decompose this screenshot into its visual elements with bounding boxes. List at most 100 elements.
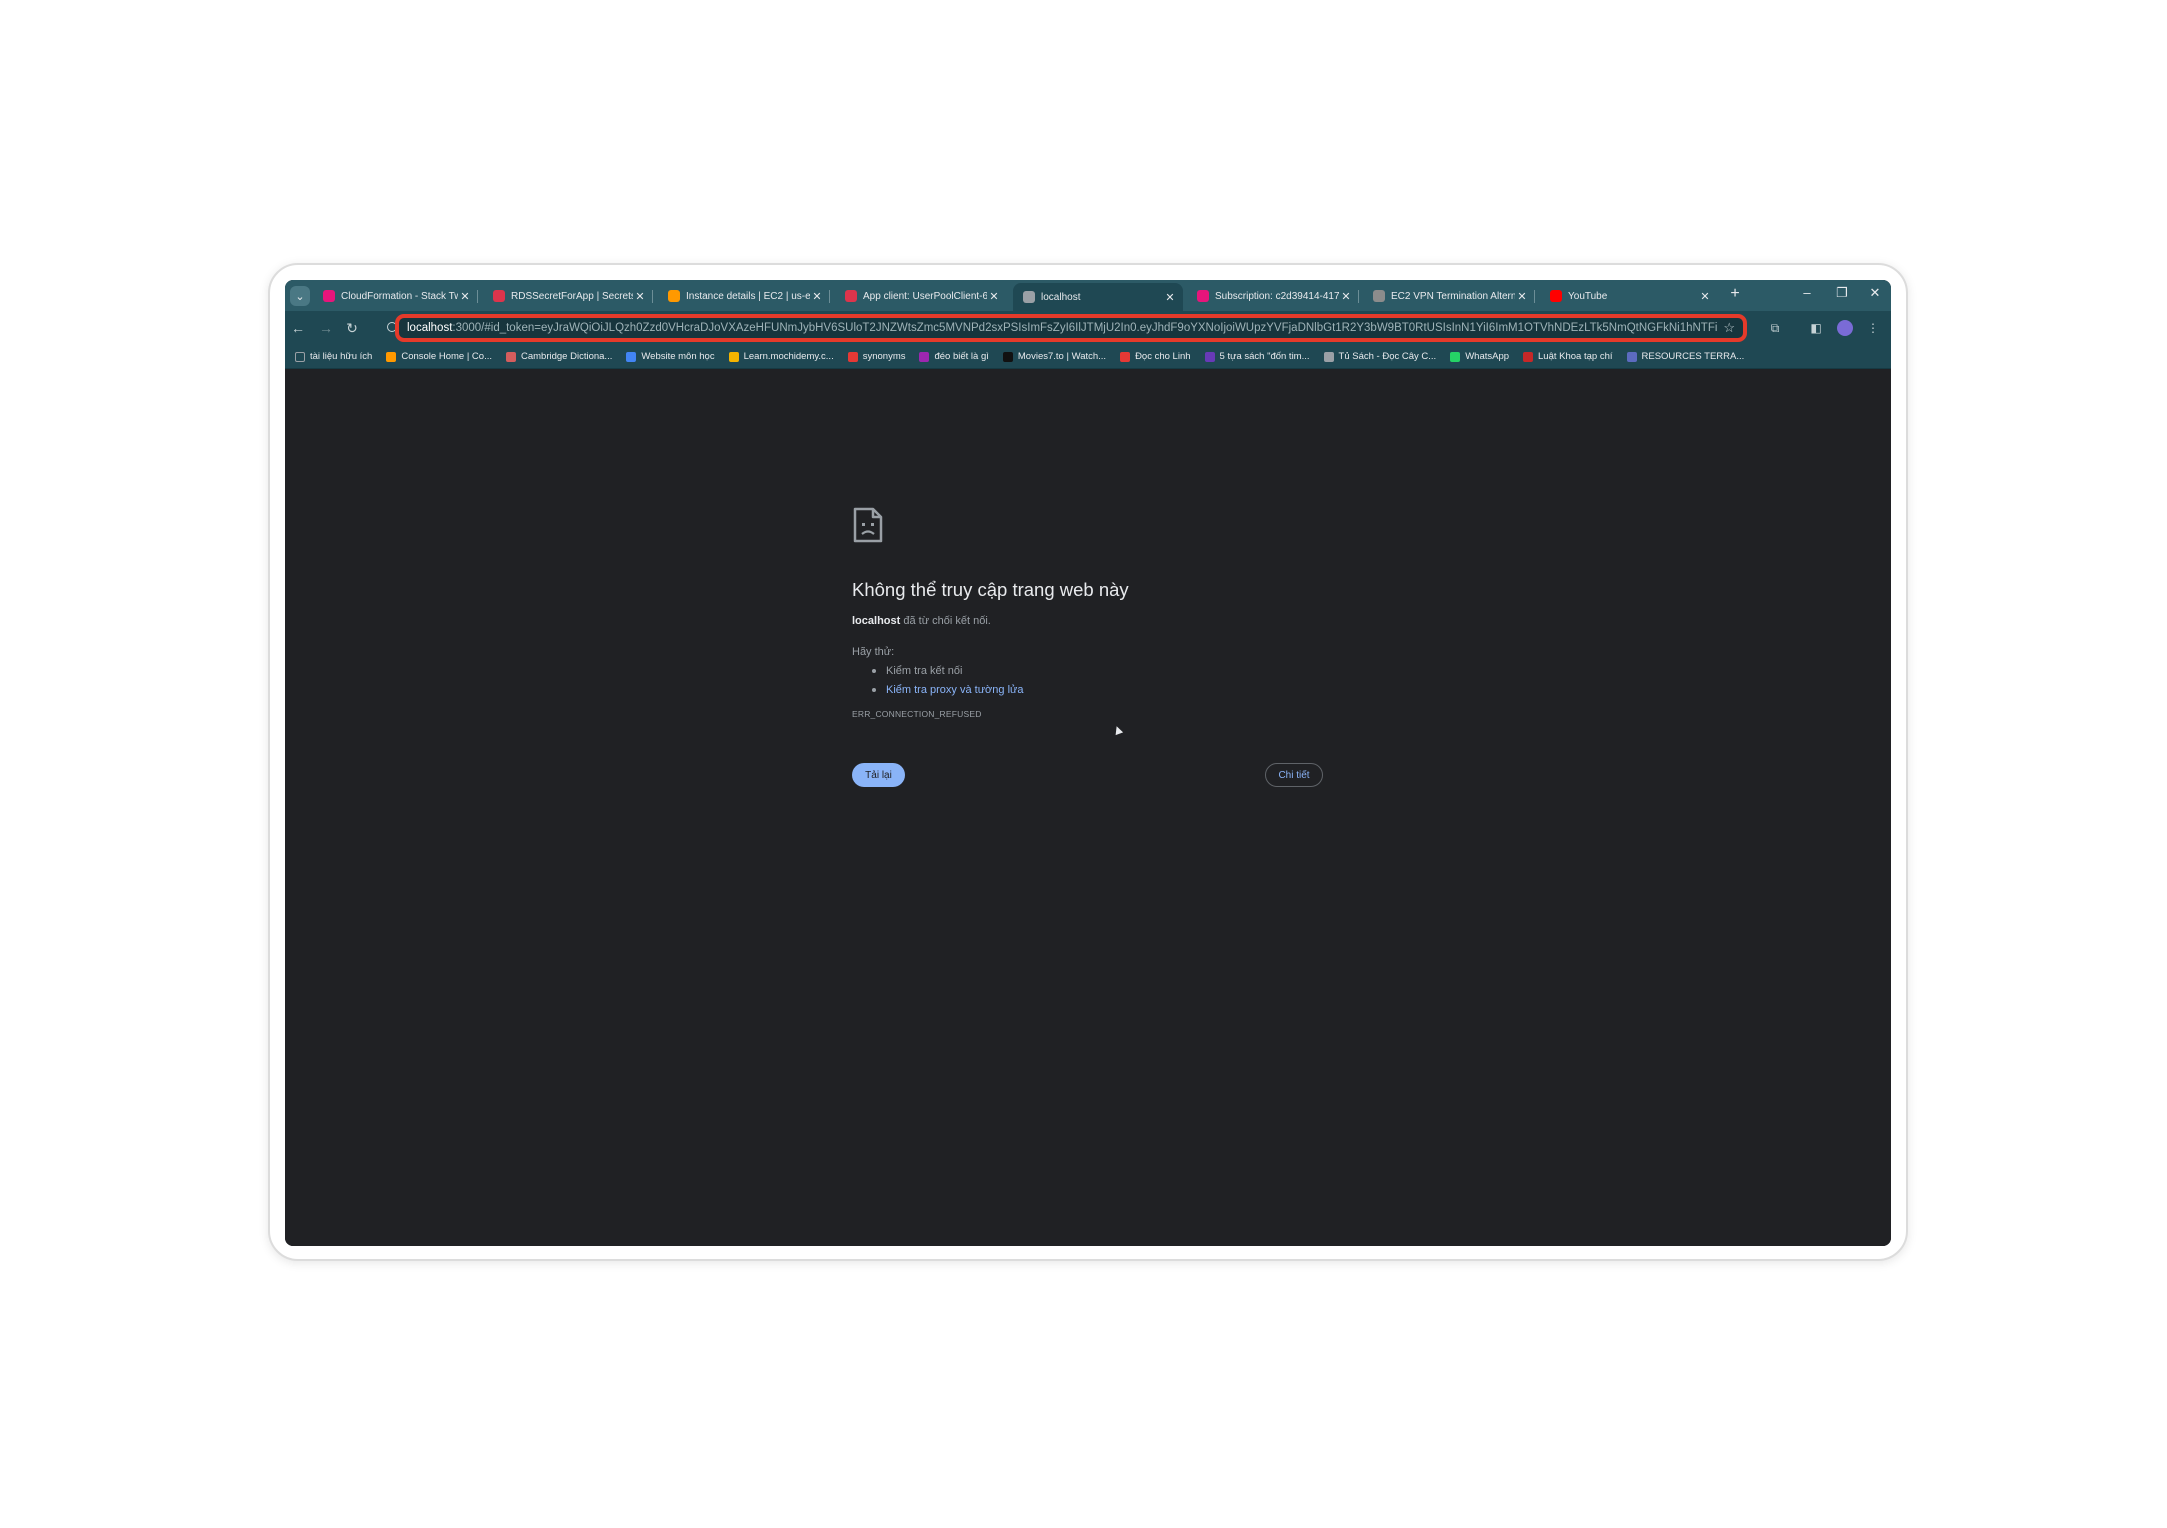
tab-3[interactable]: App client: UserPoolClient-6 ✕	[835, 283, 1007, 309]
bookmark-label: Movies7.to | Watch...	[1017, 351, 1107, 362]
bookmark-label: Console Home | Co...	[401, 351, 492, 362]
bookmark-label: Website môn học	[641, 351, 715, 362]
bookmark-item[interactable]: Đọc cho Linh	[1120, 351, 1191, 362]
tab-title: App client: UserPoolClient-6	[863, 290, 987, 302]
restore-icon[interactable]: ❐	[1830, 285, 1854, 301]
tab-title: RDSSecretForApp | Secrets M	[511, 290, 633, 302]
bookmark-item[interactable]: đéo biết là gì	[919, 351, 989, 362]
tab-close-icon[interactable]: ✕	[1163, 291, 1177, 304]
bookmark-label: Learn.mochidemy.c...	[743, 351, 834, 362]
bookmark-favicon-icon	[1450, 351, 1461, 362]
bookmark-star-icon[interactable]: ☆	[1723, 320, 1735, 336]
profile-avatar[interactable]	[1837, 320, 1853, 336]
bookmark-label: tài liệu hữu ích	[310, 351, 373, 362]
tab-search-icon[interactable]: ⌄	[290, 286, 310, 306]
bookmark-label: Cambridge Dictiona...	[521, 351, 613, 362]
tab-6[interactable]: EC2 VPN Termination Altern ✕	[1363, 283, 1535, 309]
bookmark-item[interactable]: Luật Khoa tạp chí	[1523, 351, 1613, 362]
bookmark-item[interactable]: Tủ Sách - Đọc Cây C...	[1323, 351, 1437, 362]
reload-button[interactable]: Tải lại	[852, 763, 905, 787]
tab-favicon-icon	[1550, 290, 1562, 302]
suggestion-check-proxy-link[interactable]: Kiểm tra proxy và tường lửa	[872, 684, 1024, 696]
bookmark-favicon-icon	[386, 351, 397, 362]
tab-title: Instance details | EC2 | us-ea	[686, 290, 810, 302]
tab-favicon-icon	[1197, 290, 1209, 302]
tab-favicon-icon	[668, 290, 680, 302]
error-host: localhost	[852, 615, 901, 627]
mouse-cursor-icon	[1112, 724, 1124, 736]
bookmark-favicon-icon	[1204, 351, 1215, 362]
bookmark-favicon-icon	[1523, 351, 1534, 362]
tab-2[interactable]: Instance details | EC2 | us-ea ✕	[658, 283, 830, 309]
tab-title: YouTube	[1568, 290, 1608, 302]
tab-close-icon[interactable]: ✕	[1698, 290, 1712, 303]
bookmark-item[interactable]: synonyms	[847, 351, 905, 362]
tab-favicon-icon	[845, 290, 857, 302]
bookmark-item[interactable]: 5 tựa sách "đốn tim...	[1204, 351, 1310, 362]
tab-strip: ⌄ CloudFormation - Stack Two ✕ RDSSecretFo…	[285, 280, 1891, 311]
bookmark-favicon-icon	[847, 351, 858, 362]
minimize-icon[interactable]: –	[1795, 285, 1819, 300]
tab-close-icon[interactable]: ✕	[1515, 290, 1529, 303]
extensions-icon[interactable]: ⧉	[1767, 320, 1783, 336]
bookmark-item[interactable]: Movies7.to | Watch...	[1002, 351, 1107, 362]
url-path: :3000/#id_token=eyJraWQiOiJLQzh0Zzd0VHcr…	[452, 322, 1718, 334]
error-title: Không thể truy cập trang web này	[852, 579, 1129, 600]
error-page: Không thể truy cập trang web này localho…	[285, 369, 1891, 1246]
tab-favicon-icon	[1373, 290, 1385, 302]
bookmark-item[interactable]: Website môn học	[626, 351, 715, 362]
bookmark-label: 5 tựa sách "đốn tim...	[1219, 351, 1310, 362]
bookmark-item[interactable]: WhatsApp	[1450, 351, 1509, 362]
bookmark-label: Tủ Sách - Đọc Cây C...	[1338, 351, 1437, 362]
back-arrow-icon[interactable]: ←	[288, 319, 308, 337]
browser-window: ⌄ CloudFormation - Stack Two ✕ RDSSecretFo…	[285, 280, 1891, 1246]
bookmark-item[interactable]: Cambridge Dictiona...	[506, 351, 612, 362]
tab-close-icon[interactable]: ✕	[987, 290, 1001, 303]
bookmark-item[interactable]: RESOURCES TERRA...	[1626, 351, 1744, 362]
bookmark-favicon-icon	[728, 351, 739, 362]
url-host: localhost	[407, 322, 453, 334]
bookmark-favicon-icon	[1120, 351, 1131, 362]
address-bar[interactable]: localhost :3000/#id_token=eyJraWQiOiJLQz…	[395, 314, 1747, 342]
tab-5[interactable]: Subscription: c2d39414-417 ✕	[1187, 283, 1359, 309]
tab-close-icon[interactable]: ✕	[810, 290, 824, 303]
tab-0[interactable]: CloudFormation - Stack Two ✕	[313, 283, 478, 309]
close-window-icon[interactable]: ✕	[1863, 285, 1887, 301]
tab-favicon-icon	[1023, 291, 1035, 303]
tab-close-icon[interactable]: ✕	[458, 290, 472, 303]
reload-icon[interactable]: ↻	[342, 319, 362, 337]
bookmark-favicon-icon	[506, 351, 516, 362]
bookmark-item[interactable]: Learn.mochidemy.c...	[728, 351, 834, 362]
tab-favicon-icon	[323, 290, 335, 302]
sad-document-icon	[853, 507, 883, 543]
details-button[interactable]: Chi tiết	[1265, 763, 1323, 787]
tab-title: EC2 VPN Termination Altern	[1391, 290, 1515, 302]
tab-1[interactable]: RDSSecretForApp | Secrets M✕	[483, 283, 653, 309]
try-label: Hãy thử:	[852, 646, 895, 658]
tab-close-icon[interactable]: ✕	[1339, 290, 1353, 303]
side-panel-icon[interactable]: ◧	[1808, 320, 1824, 336]
bookmark-favicon-icon	[1323, 351, 1334, 362]
bookmark-favicon-icon	[919, 351, 930, 362]
toolbar: ← → ↻ localhost :3000/#id_token=eyJraWQi…	[285, 311, 1891, 345]
error-message-text: đã từ chối kết nối.	[900, 615, 991, 627]
new-tab-icon[interactable]: +	[1725, 285, 1745, 303]
tab-7[interactable]: YouTube ✕	[1540, 283, 1718, 309]
error-code: ERR_CONNECTION_REFUSED	[852, 709, 982, 719]
bookmark-item[interactable]: tài liệu hữu ích	[295, 351, 372, 362]
bookmark-label: Luật Khoa tạp chí	[1538, 351, 1613, 362]
bookmark-label: Đọc cho Linh	[1135, 351, 1191, 362]
tab-title: CloudFormation - Stack Two	[341, 290, 458, 302]
tab-4[interactable]: localhost ✕	[1013, 283, 1183, 311]
tab-title: localhost	[1041, 291, 1081, 303]
tab-close-icon[interactable]: ✕	[633, 290, 647, 303]
bookmarks-bar: tài liệu hữu ích Console Home | Co... Camb…	[285, 345, 1891, 369]
forward-arrow-icon[interactable]: →	[316, 319, 336, 337]
menu-kebab-icon[interactable]: ⋮	[1865, 320, 1881, 336]
tab-favicon-icon	[493, 290, 505, 302]
suggestion-check-connection: Kiểm tra kết nối	[872, 665, 962, 677]
bookmark-favicon-icon	[1002, 351, 1013, 362]
error-message: localhost đã từ chối kết nối.	[852, 615, 991, 627]
bookmark-label: WhatsApp	[1465, 351, 1510, 362]
bookmark-item[interactable]: Console Home | Co...	[386, 351, 492, 362]
